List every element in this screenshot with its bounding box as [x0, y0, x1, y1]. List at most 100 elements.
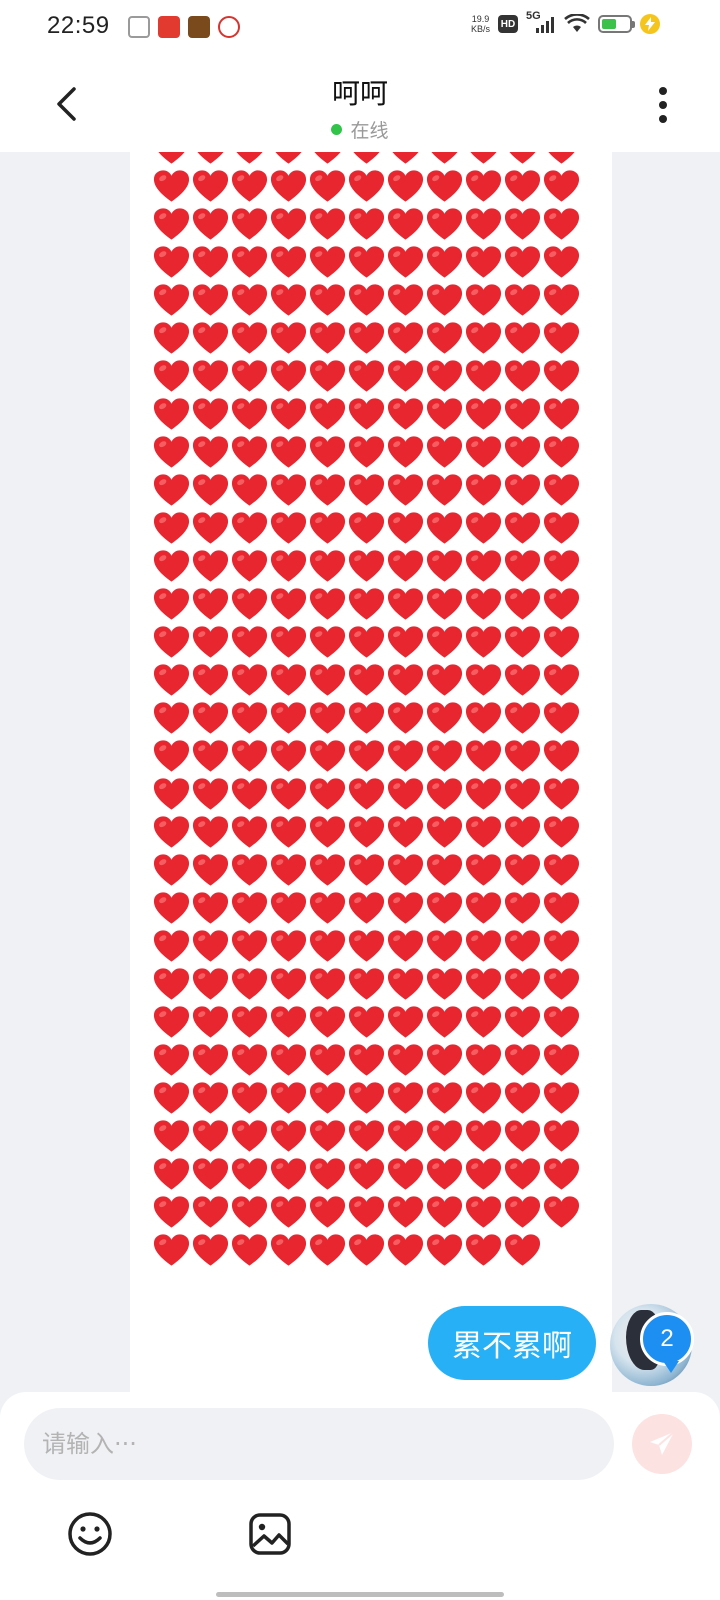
received-message-bubble[interactable] — [130, 152, 612, 1392]
heart-emoji — [270, 664, 307, 696]
heart-emoji — [192, 740, 229, 772]
heart-emoji — [465, 1082, 502, 1114]
heart-emoji — [309, 892, 346, 924]
heart-emoji — [465, 778, 502, 810]
message-input[interactable] — [42, 1408, 596, 1480]
heart-emoji — [348, 854, 385, 886]
heart-emoji — [387, 474, 424, 506]
heart-emoji — [543, 170, 580, 202]
heart-emoji — [543, 854, 580, 886]
heart-emoji — [387, 1082, 424, 1114]
heart-emoji — [348, 930, 385, 962]
more-options-button[interactable] — [650, 84, 676, 126]
heart-emoji — [192, 322, 229, 354]
message-input-container[interactable] — [24, 1408, 614, 1480]
network-speed-unit: KB/s — [470, 24, 490, 34]
heart-emoji — [504, 322, 541, 354]
heart-emoji — [543, 892, 580, 924]
heart-emoji — [426, 1120, 463, 1152]
heart-emoji — [192, 284, 229, 316]
send-button[interactable] — [632, 1414, 692, 1474]
heart-emoji — [387, 816, 424, 848]
heart-emoji — [504, 550, 541, 582]
heart-emoji — [309, 512, 346, 544]
heart-emoji — [348, 436, 385, 468]
heart-emoji — [387, 1234, 424, 1266]
chat-message-list[interactable]: 累不累啊 2 — [0, 152, 720, 1392]
heart-emoji — [309, 284, 346, 316]
heart-emoji — [504, 892, 541, 924]
heart-emoji — [192, 550, 229, 582]
heart-emoji — [387, 1196, 424, 1228]
heart-emoji — [426, 626, 463, 658]
heart-emoji — [270, 208, 307, 240]
heart-emoji — [504, 778, 541, 810]
sent-message-bubble[interactable]: 累不累啊 — [428, 1306, 596, 1380]
heart-emoji — [309, 474, 346, 506]
heart-emoji — [270, 474, 307, 506]
heart-emoji — [153, 1082, 190, 1114]
heart-emoji — [426, 930, 463, 962]
status-bar: 22:59 19.9 KB/s HD 5G — [0, 0, 720, 58]
heart-emoji — [504, 702, 541, 734]
online-status-text: 在线 — [350, 120, 389, 142]
heart-emoji — [465, 474, 502, 506]
unread-badge[interactable]: 2 — [640, 1312, 694, 1373]
heart-emoji — [153, 816, 190, 848]
heart-emoji — [426, 436, 463, 468]
image-button[interactable] — [246, 1510, 294, 1558]
heart-emoji — [270, 360, 307, 392]
heart-emoji — [231, 436, 268, 468]
emoji-button[interactable] — [66, 1510, 114, 1558]
heart-emoji — [192, 854, 229, 886]
heart-emoji — [270, 1158, 307, 1190]
heart-emoji — [153, 512, 190, 544]
heart-emoji — [348, 740, 385, 772]
heart-emoji — [426, 892, 463, 924]
heart-emoji — [465, 1158, 502, 1190]
heart-emoji — [309, 588, 346, 620]
more-vertical-icon — [659, 101, 667, 109]
heart-emoji — [270, 1120, 307, 1152]
heart-emoji — [231, 854, 268, 886]
heart-emoji — [231, 550, 268, 582]
heart-emoji — [153, 626, 190, 658]
heart-emoji — [387, 284, 424, 316]
heart-emoji — [387, 854, 424, 886]
heart-emoji — [197, 152, 224, 164]
heart-emoji — [192, 436, 229, 468]
heart-emoji — [426, 588, 463, 620]
heart-emoji — [275, 152, 302, 164]
heart-emoji — [192, 512, 229, 544]
heart-emoji — [153, 1234, 190, 1266]
heart-emoji — [153, 968, 190, 1000]
heart-emoji — [348, 322, 385, 354]
heart-emoji — [231, 246, 268, 278]
heart-emoji — [465, 816, 502, 848]
heart-emoji — [426, 284, 463, 316]
heart-emoji — [465, 1234, 502, 1266]
heart-emoji — [426, 740, 463, 772]
heart-emoji — [387, 1006, 424, 1038]
smiley-icon — [68, 1512, 112, 1556]
heart-emoji — [426, 1158, 463, 1190]
home-indicator[interactable] — [216, 1592, 504, 1597]
heart-emoji — [153, 360, 190, 392]
heart-emoji — [387, 778, 424, 810]
heart-emoji — [231, 284, 268, 316]
heart-emoji — [348, 1006, 385, 1038]
heart-emoji — [309, 778, 346, 810]
heart-emoji — [504, 626, 541, 658]
heart-emoji — [270, 436, 307, 468]
heart-emoji — [270, 1234, 307, 1266]
heart-emoji — [353, 152, 380, 164]
heart-emoji — [426, 968, 463, 1000]
heart-emoji — [231, 398, 268, 430]
heart-emoji — [504, 1234, 541, 1266]
heart-emoji — [153, 854, 190, 886]
heart-emoji — [426, 1082, 463, 1114]
battery-level — [602, 19, 617, 29]
heart-emoji — [309, 322, 346, 354]
heart-emoji — [387, 1120, 424, 1152]
heart-emoji — [153, 778, 190, 810]
